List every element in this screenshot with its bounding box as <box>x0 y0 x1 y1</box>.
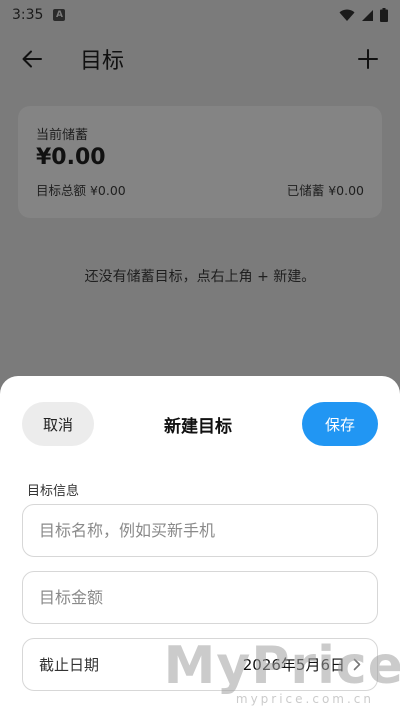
page-title: 目标 <box>80 49 125 74</box>
cancel-button[interactable]: 取消 <box>22 402 94 446</box>
summary-row: 目标总额 ¥0.00 已储蓄 ¥0.00 <box>36 180 364 199</box>
save-button[interactable]: 保存 <box>302 402 378 446</box>
chevron-right-icon <box>353 658 361 671</box>
arrow-left-icon <box>22 50 42 68</box>
new-goal-sheet: 取消 新建目标 保存 目标信息 截止日期 2026年5月6日 <box>0 376 400 712</box>
notification-icon: A <box>53 9 66 21</box>
goal-amount-input[interactable] <box>39 588 361 607</box>
status-time: 3:35 <box>12 7 44 23</box>
sheet-header: 取消 新建目标 保存 <box>22 402 378 446</box>
app-bar: 目标 <box>0 30 400 88</box>
deadline-label: 截止日期 <box>39 656 100 674</box>
deadline-value: 2026年5月6日 <box>243 654 361 675</box>
goal-name-field[interactable] <box>22 504 378 557</box>
goal-amount-field[interactable] <box>22 571 378 624</box>
status-icons <box>339 8 388 22</box>
current-savings-amount: ¥0.00 <box>36 145 106 170</box>
saved-total-text: 已储蓄 ¥0.00 <box>286 183 364 198</box>
deadline-date-text: 2026年5月6日 <box>242 656 345 674</box>
goal-name-input[interactable] <box>39 521 361 540</box>
sheet-title: 新建目标 <box>164 416 232 437</box>
battery-icon <box>380 8 388 22</box>
signal-icon <box>362 9 373 21</box>
empty-state-message: 还没有储蓄目标，点右上角 + 新建。 <box>84 269 316 285</box>
deadline-date-field[interactable]: 截止日期 2026年5月6日 <box>22 638 378 691</box>
savings-summary-card: 当前储蓄 ¥0.00 目标总额 ¥0.00 已储蓄 ¥0.00 <box>18 106 382 218</box>
plus-icon <box>358 49 378 69</box>
back-button[interactable] <box>18 45 46 73</box>
status-bar: 3:35 A <box>0 0 400 30</box>
current-savings-label: 当前储蓄 <box>36 128 89 143</box>
goal-total-text: 目标总额 ¥0.00 <box>36 183 126 198</box>
add-goal-button[interactable] <box>354 45 382 73</box>
wifi-icon <box>339 9 355 21</box>
section-label: 目标信息 <box>27 484 80 499</box>
